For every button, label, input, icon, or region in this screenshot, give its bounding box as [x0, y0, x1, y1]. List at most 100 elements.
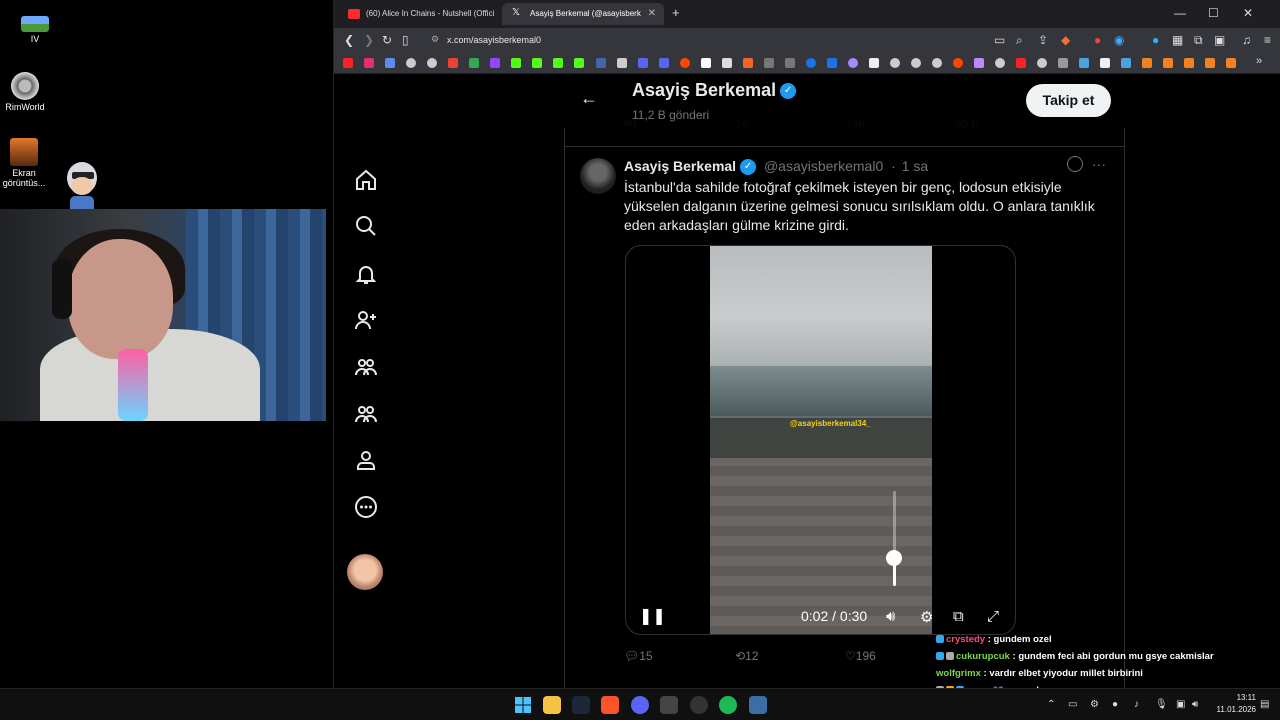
follow-button[interactable]: Takip et [1026, 84, 1111, 117]
forward-icon[interactable]: ❯ [364, 33, 374, 47]
tray-steam-icon[interactable]: ● [1112, 699, 1118, 710]
communities-icon[interactable] [354, 355, 378, 379]
bookmark-icon[interactable] [659, 58, 669, 68]
tray-volume-icon[interactable]: 🔊︎ [1192, 699, 1198, 710]
profile-icon[interactable] [354, 448, 378, 472]
bookmark-kick-icon[interactable] [553, 58, 563, 68]
clock[interactable]: 13:11 11.01.2026 [1206, 692, 1256, 716]
bookmark-icon[interactable] [848, 58, 858, 68]
folder-icon[interactable] [1058, 58, 1068, 68]
bookmark-icon[interactable] [1142, 58, 1152, 68]
bookmark-icon[interactable] [890, 58, 900, 68]
bookmark-steam-icon[interactable] [1079, 58, 1089, 68]
close-window-button[interactable]: ✕ [1243, 6, 1253, 20]
search-icon[interactable] [354, 214, 378, 238]
tab-x-profile[interactable]: 𝕏 Asayiş Berkemal (@asayisberk ✕ [502, 3, 664, 25]
like-button[interactable]: ♡ 196 [845, 649, 876, 663]
bookmark-icon[interactable] [1163, 58, 1173, 68]
bookmark-icon[interactable] [406, 58, 416, 68]
spotify-icon[interactable] [719, 696, 737, 714]
more-bookmarks-icon[interactable]: » [1256, 55, 1262, 67]
tray-network-icon[interactable]: ▣ [1176, 699, 1185, 710]
back-arrow-icon[interactable]: ← [580, 88, 598, 109]
extension-icon[interactable]: ◉ [1114, 33, 1124, 47]
bookmark-gmail-icon[interactable] [448, 58, 458, 68]
close-tab-icon[interactable]: ✕ [648, 8, 656, 19]
bookmark-icon[interactable] [638, 58, 648, 68]
bookmark-icon[interactable] [722, 58, 732, 68]
bookmark-icon[interactable]: ▯ [402, 33, 409, 47]
retweet-button[interactable]: ⟲ 12 [735, 649, 758, 663]
tray-app-icon[interactable]: ▭ [1068, 699, 1077, 710]
author-avatar[interactable] [580, 158, 616, 194]
site-info-icon[interactable]: ⚙ [431, 34, 439, 45]
more-icon[interactable]: ··· [1092, 156, 1106, 172]
notification-icon[interactable]: ▤ [1260, 699, 1269, 710]
bookmark-icon[interactable] [974, 58, 984, 68]
notifications-bell-icon[interactable] [354, 262, 378, 286]
communities-icon[interactable] [354, 402, 378, 426]
fullscreen-icon[interactable]: ⤢ [987, 608, 999, 625]
tray-audio-icon[interactable]: ♪ [1134, 699, 1139, 710]
bookmark-reddit-icon[interactable] [680, 58, 690, 68]
video-player[interactable]: @asayisberkemal34_ ❚❚ 0:02 / 0:30 🔊︎ ⚙ ⧉… [625, 245, 1016, 635]
app-icon[interactable] [660, 696, 678, 714]
author-name[interactable]: Asayiş Berkemal [624, 158, 736, 174]
bookmark-icon[interactable] [1016, 58, 1026, 68]
bookmark-drive-icon[interactable] [469, 58, 479, 68]
bookmark-icon[interactable] [701, 58, 711, 68]
desktop-icon-rimworld[interactable]: RimWorld [0, 72, 55, 112]
bookmark-twitch-icon[interactable] [490, 58, 500, 68]
bookmark-instagram-icon[interactable] [364, 58, 374, 68]
bookmark-icon[interactable] [911, 58, 921, 68]
bookmark-icon[interactable] [596, 58, 606, 68]
bookmark-icon[interactable] [764, 58, 774, 68]
share-icon[interactable]: ⇪ [1038, 33, 1048, 47]
pause-icon[interactable]: ❚❚ [639, 606, 666, 626]
bookmark-icon[interactable] [385, 58, 395, 68]
bookmark-icon[interactable] [827, 58, 837, 68]
reply-button[interactable]: 💬︎ 15 [624, 649, 653, 663]
bookmark-kick-icon[interactable] [511, 58, 521, 68]
bookmark-icon[interactable] [1184, 58, 1194, 68]
maximize-button[interactable]: ☐ [1208, 6, 1219, 20]
media-icon[interactable]: ♫ [1242, 33, 1251, 47]
windows-start-icon[interactable] [514, 696, 532, 714]
settings-gear-icon[interactable]: ⚙ [920, 608, 933, 626]
bookmark-icon[interactable] [743, 58, 753, 68]
bookmark-icon[interactable] [785, 58, 795, 68]
minimize-button[interactable]: — [1174, 6, 1186, 20]
file-explorer-icon[interactable] [543, 696, 561, 714]
reload-icon[interactable]: ↻ [382, 33, 392, 47]
tray-app-icon[interactable]: ⚙ [1090, 699, 1099, 710]
author-handle[interactable]: @asayisberkemal0 [764, 158, 883, 174]
bookmark-icon[interactable] [953, 58, 963, 68]
volume-knob[interactable] [886, 550, 902, 566]
desktop-icon-screenshot[interactable]: Ekran görüntüs... [0, 138, 54, 188]
bookmark-icon[interactable] [1205, 58, 1215, 68]
extensions-puzzle-icon[interactable]: ▦ [1172, 33, 1183, 47]
bookmark-icon[interactable] [617, 58, 627, 68]
more-options-icon[interactable] [354, 495, 378, 519]
bookmark-kick-icon[interactable] [532, 58, 542, 68]
new-tab-button[interactable]: + [672, 5, 680, 20]
desktop-icon-iv[interactable]: IV [5, 16, 65, 44]
tray-mic-icon[interactable]: 🎙︎ [1155, 699, 1168, 710]
extensions-icon[interactable]: ⧉ [1194, 33, 1203, 48]
home-icon[interactable] [354, 168, 378, 192]
grok-icon[interactable] [1067, 156, 1083, 172]
obs-icon[interactable] [690, 696, 708, 714]
bookmark-icon[interactable] [995, 58, 1005, 68]
bookmark-icon[interactable] [1121, 58, 1131, 68]
follow-icon[interactable] [354, 308, 378, 332]
bookmark-youtube-icon[interactable] [343, 58, 353, 68]
cast-icon[interactable]: ▭ [994, 33, 1005, 47]
brave-shield-icon[interactable]: ◆ [1061, 33, 1070, 47]
sidebar-icon[interactable]: ▣ [1214, 33, 1225, 47]
bookmark-icon[interactable] [869, 58, 879, 68]
bookmark-icon[interactable] [1226, 58, 1236, 68]
url-bar[interactable]: ⚙ x.com/asayisberkemal0 [427, 31, 987, 49]
tray-chevron-icon[interactable]: ⌃ [1047, 699, 1055, 710]
bookmark-icon[interactable] [574, 58, 584, 68]
tab-youtube[interactable]: (60) Alice In Chains - Nutshell (Offici [338, 3, 498, 25]
